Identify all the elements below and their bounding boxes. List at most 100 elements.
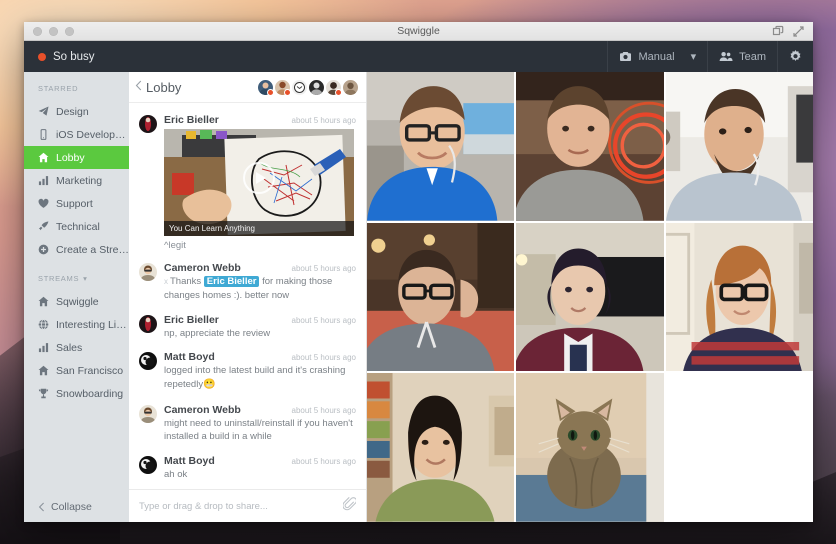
sidebar-item-sales[interactable]: Sales [24,336,129,359]
chat-panel: Lobby Eric Bieller about 5 hours ago You… [129,72,367,522]
bar-chart-icon [38,176,49,186]
avatar[interactable] [139,115,157,133]
chat-header: Lobby [129,72,366,103]
message-author: Matt Boyd [164,351,215,364]
header-avatar-3[interactable] [292,79,307,95]
avatar[interactable] [139,352,157,371]
video-tile-8[interactable] [516,373,664,522]
message-item: Matt Boyd about 5 hours ago logged into … [129,347,366,399]
video-tile-5[interactable] [516,222,664,372]
video-tile-4[interactable] [367,222,515,372]
sidebar-item-sqwiggle[interactable]: Sqwiggle [24,290,129,313]
message-timestamp: about 5 hours ago [291,405,357,415]
globe-icon [38,319,49,330]
sidebar-item-ios-development[interactable]: iOS Development [24,123,129,146]
avatar[interactable] [139,456,157,475]
sidebar-item-label: Sqwiggle [56,295,99,308]
chat-back-button[interactable] [135,80,146,94]
video-tile-2[interactable] [516,72,664,221]
message-author: Cameron Webb [164,403,241,416]
status-badge [284,88,291,96]
video-tile-9[interactable] [665,373,813,522]
paper-plane-icon [38,106,49,116]
gear-icon [789,50,802,63]
home-icon [38,365,49,376]
people-icon [719,51,733,62]
message-text: might need to uninstall/reinstall if you… [164,417,353,443]
sidebar-item-marketing[interactable]: Marketing [24,169,129,192]
sidebar-item-label: Sales [56,341,83,354]
message-timestamp: about 5 hours ago [291,264,357,273]
header-avatar-4[interactable] [309,79,324,95]
team-button[interactable]: Team [707,41,777,72]
sidebar-item-create-a-stream[interactable]: Create a Stream [24,238,129,261]
video-tile-3[interactable] [665,72,813,221]
sidebar-item-label: San Francisco [56,364,124,377]
window-titlebar: Sqwiggle [24,22,813,41]
paperclip-icon[interactable] [342,496,358,516]
message-item: Eric Bieller about 5 hours ago np, appre… [129,310,366,348]
sidebar-item-san-francisco[interactable]: San Francisco [24,359,129,382]
message-text: logged into the latest build and it's cr… [164,364,356,392]
message-text: x Thanks Eric Bieller for making those ch… [164,275,356,303]
message-item: Cameron Webb about 5 hours ago might nee… [129,400,366,452]
sidebar-item-label: Create a Stream [56,243,129,256]
rocket-icon [38,221,49,231]
header-avatar-2[interactable] [275,79,291,96]
sidebar-heading-streams[interactable]: STREAMS ▾ [24,261,129,290]
message-timestamp: about 5 hours ago [291,116,357,125]
avatar[interactable] [139,404,157,423]
status-button[interactable]: So busy [24,51,152,63]
video-tile-6[interactable] [665,222,813,372]
sidebar-item-design[interactable]: Design [24,100,129,123]
message-author: Eric Bieller [164,313,219,326]
sidebar-item-lobby[interactable]: Lobby [24,146,129,169]
chevron-left-icon [135,80,142,91]
message-item: Cameron Webb about 5 hours ago x Thanks E… [129,258,366,310]
avatar[interactable] [139,314,157,333]
sidebar-item-snowboarding[interactable]: Snowboarding [24,382,129,405]
message-list[interactable]: Eric Bieller about 5 hours ago You Can L… [129,103,366,489]
chevron-down-icon: ▾ [690,51,697,63]
message-prefix: x [164,277,168,286]
message-item: Eric Bieller about 5 hours ago You Can L… [129,110,366,258]
video-tile-1[interactable] [367,72,515,221]
status-dot [38,52,46,61]
play-icon[interactable] [243,162,275,195]
message-text: np, appreciate the review [164,327,271,339]
avatar[interactable] [139,263,157,281]
bar-chart-icon [38,343,49,353]
video-tile-7[interactable] [367,373,515,522]
window-title: Sqwiggle [397,25,440,37]
message-text-before: Thanks [170,276,202,287]
sidebar-item-support[interactable]: Support [24,192,129,215]
video-title: You Can Learn Anything [164,221,354,236]
header-avatar-6[interactable] [343,79,358,95]
sidebar-item-label: Snowboarding [56,387,124,400]
message-input[interactable] [139,500,343,512]
chat-header-avatars [258,79,358,96]
emoji-grimacing: 😬 [203,379,216,391]
video-attachment[interactable]: You Can Learn Anything [164,129,354,236]
sidebar-item-label: Support [56,197,93,210]
header-avatar-1[interactable] [258,79,274,96]
team-label: Team [739,50,766,63]
sidebar-item-label: Interesting Links [56,318,129,331]
camera-icon [619,51,632,62]
status-badge [267,88,274,96]
mention-chip[interactable]: Eric Bieller [203,276,260,287]
sidebar-item-label: Marketing [56,174,103,187]
trophy-icon [38,388,49,399]
plus-circle-icon [38,244,49,255]
message-timestamp: about 5 hours ago [291,457,357,467]
sidebar: STARRED Design iOS Development Lobby Mar… [24,72,129,522]
collapse-sidebar-button[interactable]: Collapse [24,492,129,522]
capture-mode-dropdown[interactable]: Manual ▾ [607,41,707,72]
app-window: Sqwiggle So busy Manual ▾ Team STARRED D… [24,22,813,522]
settings-button[interactable] [777,41,813,72]
sidebar-item-interesting-links[interactable]: Interesting Links [24,313,129,336]
sidebar-item-label: Technical [56,220,100,233]
message-timestamp: about 5 hours ago [291,315,357,325]
sidebar-item-technical[interactable]: Technical [24,215,129,238]
header-avatar-5[interactable] [326,79,342,96]
